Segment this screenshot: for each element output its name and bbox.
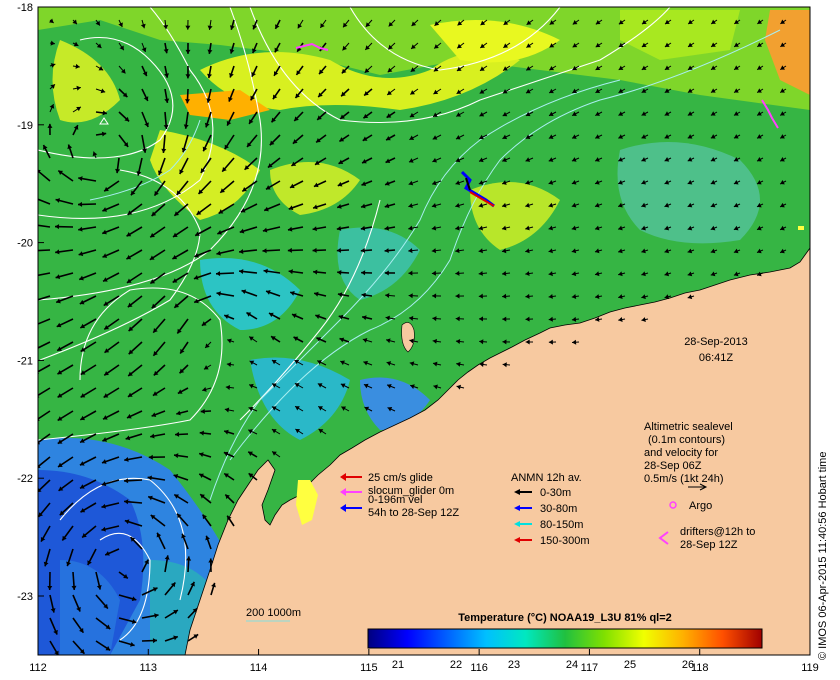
time-label: 06:41Z [699, 352, 734, 364]
anmn-legend-title: ANMN 12h av. [511, 472, 582, 484]
altimetry-legend-line1: Altimetric sealevel [644, 421, 733, 433]
date-label: 28-Sep-2013 [684, 336, 748, 348]
scale-bar-label: 200 1000m [246, 607, 301, 619]
colorbar-tick-label: 24 [566, 659, 578, 671]
sst-map: 112 113 114 115 116 117 118 119 -18-19-20-21-22… [17, 2, 829, 674]
colorbar-tick-label: 21 [392, 659, 404, 671]
anmn-legend-item: 80-150m [540, 519, 583, 531]
altimetry-legend-line4: 28-Sep 06Z [644, 460, 702, 472]
x-tick-label: 113 [140, 662, 158, 674]
anmn-legend-item: 150-300m [540, 535, 590, 547]
y-tick-label: -23 [17, 591, 33, 603]
anmn-legend-item: 30-80m [540, 503, 577, 515]
x-tick-label: 114 [250, 662, 268, 674]
coastal-marker [798, 226, 804, 230]
altimetry-legend-line5: 0.5m/s (1kt 24h) [644, 473, 723, 485]
argo-label: Argo [689, 500, 712, 512]
glider-legend-line3: 0-196m vel [368, 494, 422, 506]
anmn-legend-item: 0-30m [540, 487, 571, 499]
x-tick-label: 117 [581, 662, 599, 674]
colorbar-tick-label: 23 [508, 659, 520, 671]
altimetry-legend-line2: (0.1m contours) [648, 434, 725, 446]
credit-label: © IMOS 06-Apr-2015 11:40:56 Hobart time [817, 452, 829, 660]
y-tick-label: -18 [17, 2, 33, 14]
x-tick-label: 115 [360, 662, 378, 674]
glider-legend-line1: 25 cm/s glide [368, 472, 433, 484]
y-tick-label: -20 [17, 238, 33, 250]
y-tick-label: -22 [17, 473, 33, 485]
y-tick-label: -21 [17, 355, 33, 367]
drifters-label-line2: 28-Sep 12Z [680, 539, 738, 551]
colorbar-title: Temperature (°C) NOAA19_L3U 81% ql=2 [458, 612, 672, 624]
colorbar-tick-label: 26 [682, 659, 694, 671]
altimetry-legend-line3: and velocity for [644, 447, 718, 459]
colorbar-tick-label: 22 [450, 659, 462, 671]
x-tick-label: 112 [29, 662, 47, 674]
glider-legend-line4: 54h to 28-Sep 12Z [368, 507, 459, 519]
drifters-label-line1: drifters@12h to [680, 526, 755, 538]
y-tick-label: -19 [17, 120, 33, 132]
x-tick-label: 119 [801, 662, 819, 674]
colorbar-tick-label: 25 [624, 659, 636, 671]
x-tick-label: 116 [470, 662, 488, 674]
